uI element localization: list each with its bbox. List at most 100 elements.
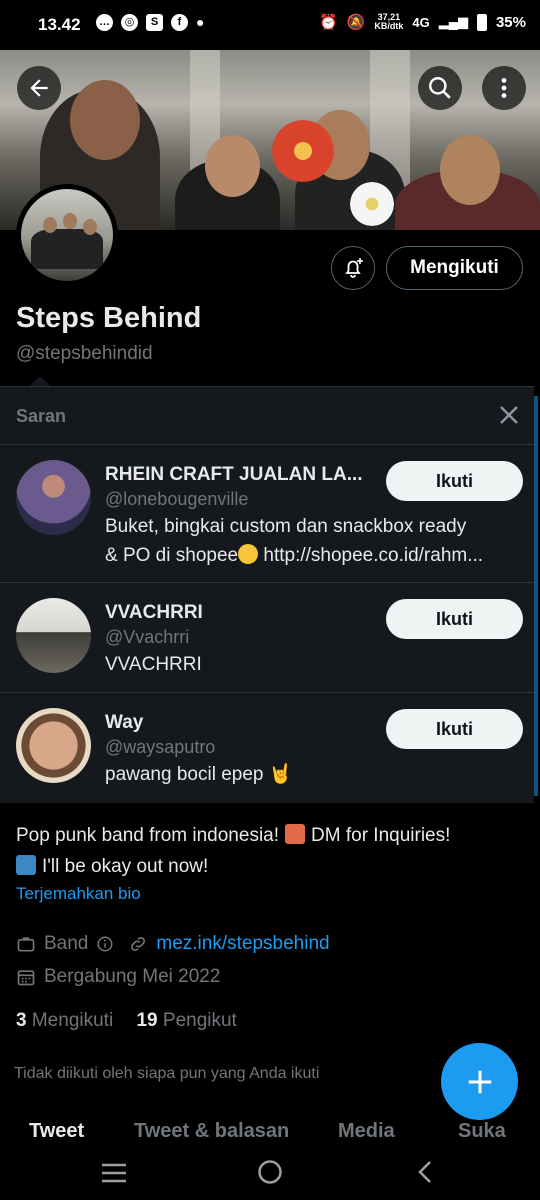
suggestion-handle: @lonebougenville	[105, 489, 249, 509]
close-suggestions-button[interactable]	[496, 403, 522, 429]
compose-tweet-button[interactable]	[441, 1043, 518, 1120]
close-icon	[500, 406, 518, 424]
followers-count[interactable]: 19 Pengikut	[136, 1010, 236, 1031]
bio-text: & PO di shopee	[105, 545, 239, 566]
notification-bell-button[interactable]	[331, 246, 375, 290]
joined-row: Bergabung Mei 2022	[16, 966, 220, 988]
search-button[interactable]	[418, 66, 462, 110]
following-number: 3	[16, 1010, 27, 1031]
status-right: ⏰ 🔕 37,21 KB/dtk 4G ▂▄▆ 35%	[319, 13, 526, 32]
banner-flower	[350, 182, 394, 226]
more-options-button[interactable]	[482, 66, 526, 110]
suggestions-title: Saran	[16, 406, 67, 426]
alarm-icon: ⏰	[319, 14, 338, 31]
banner-head	[70, 80, 140, 160]
mute-icon: 🔕	[346, 14, 366, 31]
following-count[interactable]: 3 Mengikuti	[16, 1010, 113, 1031]
tab-media[interactable]: Media	[338, 1120, 395, 1143]
back-nav-icon[interactable]	[417, 1160, 433, 1184]
facebook-icon: f	[171, 14, 188, 31]
suggestion-handle: @waysaputro	[105, 737, 216, 757]
tab-tweet-replies[interactable]: Tweet & balasan	[134, 1120, 289, 1143]
suggestion-avatar[interactable]	[16, 460, 91, 535]
bio-line: Buket, bingkai custom dan snackbox ready	[105, 516, 467, 537]
bio-line: & PO di shopee http://shopee.co.id/rahm.…	[105, 541, 525, 570]
not-followed-text: Tidak diikuti oleh siapa pun yang Anda i…	[14, 1065, 320, 1082]
status-bar: 13.42 … ◎ S f ● ⏰ 🔕 37,21 KB/dtk 4G ▂▄▆ …	[0, 0, 540, 50]
battery-level: 35%	[495, 13, 526, 31]
bio-line: Pop punk band from indonesia! DM for Inqu…	[16, 820, 526, 851]
battery-icon	[476, 13, 487, 31]
follow-counts: 3 Mengikuti 19 Pengikut	[16, 1010, 237, 1032]
notification-icons: … ◎ S f ●	[96, 14, 204, 31]
info-icon[interactable]	[96, 935, 114, 953]
following-button[interactable]: Mengikuti	[386, 246, 523, 290]
profile-meta-row: Band mez.ink/stepsbehind	[16, 933, 330, 955]
followers-number: 19	[136, 1010, 158, 1031]
bell-plus-icon	[345, 258, 363, 278]
suggestion-handle: @Vvachrri	[105, 627, 190, 647]
divider	[0, 692, 534, 693]
suggestion-avatar[interactable]	[16, 598, 91, 673]
chat-bubble-icon: …	[96, 14, 113, 31]
category-text: Band	[44, 933, 89, 954]
profile-name: Steps Behind	[16, 302, 202, 334]
link-icon	[131, 937, 146, 951]
back-button[interactable]	[17, 66, 61, 110]
speed-unit: KB/dtk	[374, 21, 404, 31]
scrollbar[interactable]	[534, 396, 538, 796]
bio-text: DM for Inquiries!	[311, 825, 451, 846]
signal-icon: ▂▄▆	[438, 14, 468, 29]
calendar-icon	[17, 970, 35, 986]
plus-icon	[468, 1070, 491, 1093]
bio-text: Pop punk band from indonesia!	[16, 825, 280, 846]
more-dot-icon: ●	[196, 14, 205, 30]
system-nav-bar	[0, 1150, 540, 1200]
profile-avatar[interactable]	[16, 184, 118, 286]
banner-flower	[272, 120, 334, 182]
search-icon	[429, 77, 451, 99]
network-type: 4G	[412, 14, 430, 30]
suggestion-name[interactable]: VVACHRRI	[105, 602, 203, 624]
network-speed: 37,21 KB/dtk	[374, 13, 403, 31]
suggestion-bio: pawang bocil epep 🤘	[105, 760, 525, 789]
status-time: 13.42	[38, 15, 81, 34]
follow-button[interactable]: Ikuti	[386, 599, 523, 639]
recent-apps-icon[interactable]	[101, 1162, 127, 1184]
banner-head	[440, 135, 500, 205]
followers-label: Pengikut	[162, 1010, 237, 1031]
inbox-tray-emoji-icon	[285, 824, 306, 844]
home-icon[interactable]	[257, 1159, 283, 1185]
follow-button[interactable]: Ikuti	[386, 461, 523, 501]
arrow-left-icon	[30, 79, 48, 97]
suggestion-bio: VVACHRRI	[105, 654, 202, 675]
divider	[0, 582, 534, 583]
profile-website-link[interactable]: mez.ink/stepsbehind	[156, 933, 329, 955]
profile-bio: Pop punk band from indonesia! DM for Inqu…	[16, 820, 526, 882]
tab-tweet[interactable]: Tweet	[29, 1120, 84, 1143]
tab-likes[interactable]: Suka	[458, 1120, 506, 1143]
joined-date: Bergabung Mei 2022	[44, 966, 221, 987]
avatar-image	[21, 189, 113, 281]
bio-line: I'll be okay out now!	[16, 851, 526, 882]
bio-text: I'll be okay out now!	[42, 856, 209, 877]
messenger-icon: ◎	[121, 14, 138, 31]
bio-text: pawang bocil epep	[105, 764, 264, 785]
shopee-icon: S	[146, 14, 163, 31]
suggestion-avatar[interactable]	[16, 708, 91, 783]
heart-eyes-emoji-icon	[238, 544, 259, 564]
rock-hand-emoji-icon: 🤘	[268, 764, 293, 785]
suggestion-name[interactable]: Way	[105, 712, 143, 734]
follow-button[interactable]: Ikuti	[386, 709, 523, 749]
briefcase-icon	[17, 937, 35, 952]
following-label: Mengikuti	[31, 1010, 114, 1031]
down-arrow-emoji-icon	[16, 855, 36, 875]
translate-bio-link[interactable]: Terjemahkan bio	[16, 884, 141, 904]
suggestion-name[interactable]: RHEIN CRAFT JUALAN LA...	[105, 464, 363, 486]
suggestion-bio: Buket, bingkai custom dan snackbox ready…	[105, 512, 525, 570]
more-vertical-icon	[501, 78, 507, 98]
divider	[0, 444, 534, 445]
bio-link[interactable]: http://shopee.co.id/rahm...	[258, 545, 483, 566]
profile-handle: @stepsbehindid	[16, 343, 153, 364]
banner-head	[205, 135, 260, 197]
